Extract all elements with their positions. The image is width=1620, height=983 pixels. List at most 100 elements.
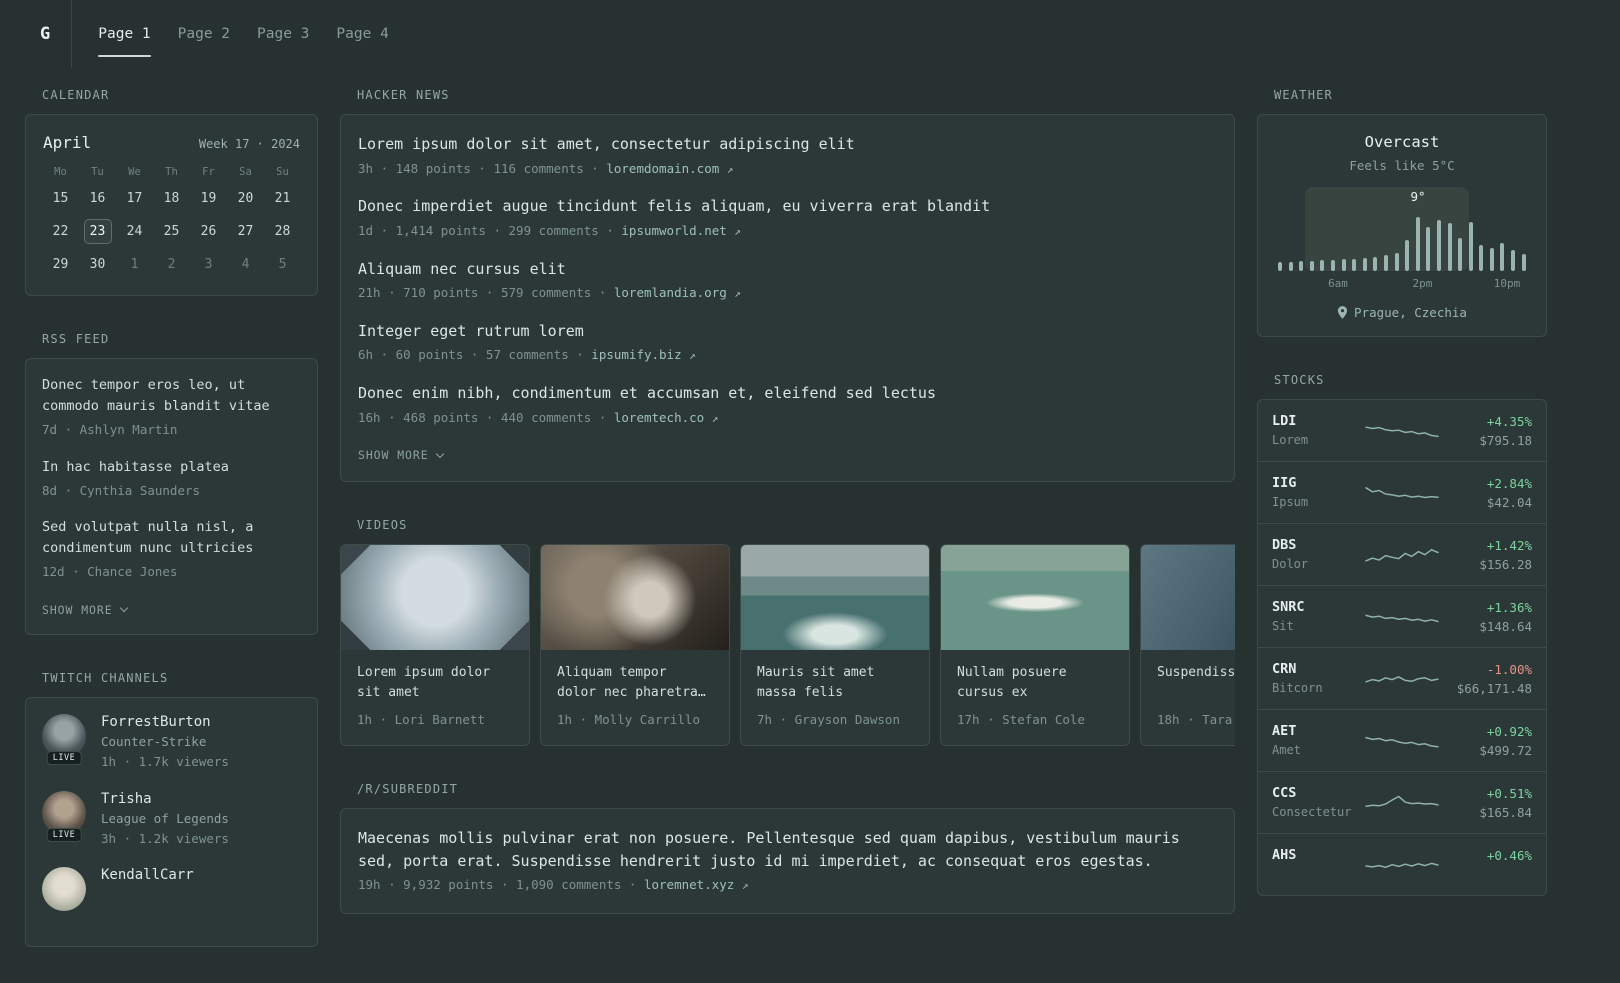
stock-price: $156.28: [1479, 556, 1532, 572]
twitch-channel[interactable]: KendallCarr: [42, 867, 301, 912]
stock-symbol[interactable]: IIG: [1272, 475, 1360, 491]
stock-symbol[interactable]: CCS: [1272, 785, 1360, 801]
rss-item-title[interactable]: In hac habitasse platea: [42, 457, 301, 478]
videos-widget-title: VIDEOS: [357, 518, 408, 533]
stock-row[interactable]: IIG Ipsum +2.84% $42.04: [1258, 461, 1546, 523]
stock-symbol[interactable]: CRN: [1272, 661, 1360, 677]
channel-game[interactable]: Counter-Strike: [101, 734, 229, 749]
channel-name[interactable]: Trisha: [101, 791, 229, 807]
stock-row[interactable]: SNRC Sit +1.36% $148.64: [1258, 585, 1546, 647]
reddit-post-meta: 19h · 9,932 points · 1,090 comments · lo…: [358, 877, 749, 892]
calendar-day[interactable]: 28: [264, 217, 301, 246]
hn-item[interactable]: Lorem ipsum dolor sit amet, consectetur …: [358, 133, 1217, 178]
stock-symbol[interactable]: SNRC: [1272, 599, 1360, 615]
hn-item[interactable]: Aliquam nec cursus elit 21h · 710 points …: [358, 258, 1217, 303]
video-card[interactable]: Mauris sit amet massa felis 7h · Grayson …: [740, 544, 930, 746]
calendar-day[interactable]: 25: [153, 217, 190, 246]
reddit-post-source-link[interactable]: loremnet.xyz ↗: [644, 877, 748, 892]
calendar-day[interactable]: 4: [227, 250, 264, 279]
channel-meta: 3h · 1.2k viewers: [101, 830, 229, 846]
calendar-day[interactable]: 3: [190, 250, 227, 279]
stock-symbol[interactable]: AHS: [1272, 847, 1360, 863]
video-title[interactable]: Nullam posuere cursus ex: [957, 663, 1113, 704]
twitch-channel[interactable]: LIVE ForrestBurton Counter-Strike 1h · 1.7k…: [42, 713, 301, 772]
calendar-day[interactable]: 19: [190, 184, 227, 213]
weather-location[interactable]: Prague, Czechia: [1274, 305, 1530, 320]
stock-row[interactable]: CCS Consectetur +0.51% $165.84: [1258, 771, 1546, 833]
calendar-day[interactable]: 15: [42, 184, 79, 213]
rss-item[interactable]: Donec tempor eros leo, ut commodo mauris…: [42, 375, 301, 440]
weather-bar: [1447, 223, 1452, 271]
calendar-day-number: 16: [89, 191, 106, 206]
calendar-day[interactable]: 16: [79, 184, 116, 213]
video-card[interactable]: Lorem ipsum dolor sit amet consectetu… 1h…: [340, 544, 530, 746]
weather-bar: [1309, 261, 1314, 271]
hn-item-title[interactable]: Donec imperdiet augue tincidunt felis al…: [358, 195, 1217, 218]
hn-item-title[interactable]: Integer eget rutrum lorem: [358, 320, 1217, 343]
calendar-day[interactable]: 27: [227, 217, 264, 246]
reddit-post[interactable]: Maecenas mollis pulvinar erat non posuer…: [358, 827, 1217, 895]
hn-item[interactable]: Donec enim nibh, condimentum et accumsan…: [358, 382, 1217, 427]
calendar-day-number: 3: [204, 257, 213, 272]
calendar-day[interactable]: 22: [42, 217, 79, 246]
rss-item[interactable]: Sed volutpat nulla nisl, a condimentum n…: [42, 517, 301, 582]
video-card[interactable]: Aliquam tempor dolor nec pharetra… 1h · M…: [540, 544, 730, 746]
reddit-post-title[interactable]: Maecenas mollis pulvinar erat non posuer…: [358, 827, 1217, 872]
calendar-day[interactable]: 30: [79, 250, 116, 279]
video-card[interactable]: Suspendisse diam 18h · Tara: [1140, 544, 1235, 746]
hn-item-source-link[interactable]: loremdomain.com ↗: [606, 161, 733, 176]
channel-name[interactable]: ForrestBurton: [101, 714, 229, 730]
calendar-month[interactable]: April: [43, 133, 91, 152]
hn-item-source-link[interactable]: ipsumworld.net ↗: [621, 223, 741, 238]
calendar-day[interactable]: 17: [116, 184, 153, 213]
hn-item-source-link[interactable]: loremlandia.org ↗: [614, 285, 741, 300]
calendar-day[interactable]: 23: [79, 217, 116, 246]
rss-card: Donec tempor eros leo, ut commodo mauris…: [25, 358, 318, 635]
video-title[interactable]: Suspendisse diam: [1157, 663, 1235, 704]
hn-item-title[interactable]: Donec enim nibh, condimentum et accumsan…: [358, 382, 1217, 405]
stock-symbol[interactable]: AET: [1272, 723, 1360, 739]
calendar-day[interactable]: 21: [264, 184, 301, 213]
live-badge: LIVE: [46, 827, 82, 842]
tab-page-4[interactable]: Page 4: [336, 0, 388, 68]
rss-item[interactable]: In hac habitasse platea 8d · Cynthia Saun…: [42, 457, 301, 501]
video-card[interactable]: Nullam posuere cursus ex 17h · Stefan Col…: [940, 544, 1130, 746]
hn-item-title[interactable]: Lorem ipsum dolor sit amet, consectetur …: [358, 133, 1217, 156]
tab-page-1[interactable]: Page 1: [98, 0, 152, 68]
calendar-day-header: Su: [276, 166, 289, 178]
hn-item-title[interactable]: Aliquam nec cursus elit: [358, 258, 1217, 281]
hn-show-more-button[interactable]: SHOW MORE: [358, 448, 444, 462]
calendar-day[interactable]: 26: [190, 217, 227, 246]
stock-row[interactable]: DBS Dolor +1.42% $156.28: [1258, 523, 1546, 585]
video-title[interactable]: Lorem ipsum dolor sit amet consectetu…: [357, 663, 513, 704]
hn-item-source-link[interactable]: loremtech.co ↗: [614, 410, 718, 425]
video-title[interactable]: Mauris sit amet massa felis: [757, 663, 913, 704]
tab-page-3[interactable]: Page 3: [257, 0, 309, 68]
rss-show-more-button[interactable]: SHOW MORE: [42, 603, 128, 617]
hn-item[interactable]: Donec imperdiet augue tincidunt felis al…: [358, 195, 1217, 240]
stock-row[interactable]: CRN Bitcorn -1.00% $66,171.48: [1258, 647, 1546, 709]
hn-item[interactable]: Integer eget rutrum lorem 6h · 60 points …: [358, 320, 1217, 365]
calendar-day[interactable]: 2: [153, 250, 190, 279]
stock-row[interactable]: AET Amet +0.92% $499.72: [1258, 709, 1546, 771]
stock-row[interactable]: AHS +0.46%: [1258, 833, 1546, 895]
video-title[interactable]: Aliquam tempor dolor nec pharetra…: [557, 663, 713, 704]
twitch-channel[interactable]: LIVE Trisha League of Legends 3h · 1.2k vie…: [42, 790, 301, 849]
calendar-day[interactable]: 1: [116, 250, 153, 279]
rss-item-title[interactable]: Donec tempor eros leo, ut commodo mauris…: [42, 375, 301, 417]
channel-game[interactable]: League of Legends: [101, 811, 229, 826]
stock-row[interactable]: LDI Lorem +4.35% $795.18: [1258, 400, 1546, 461]
calendar-day[interactable]: 20: [227, 184, 264, 213]
rss-item-title[interactable]: Sed volutpat nulla nisl, a condimentum n…: [42, 517, 301, 559]
channel-name[interactable]: KendallCarr: [101, 867, 194, 883]
calendar-day[interactable]: 18: [153, 184, 190, 213]
stock-symbol[interactable]: LDI: [1272, 413, 1360, 429]
hn-item-source-link[interactable]: ipsumify.biz ↗: [591, 347, 695, 362]
tab-page-2[interactable]: Page 2: [178, 0, 230, 68]
app-logo[interactable]: G: [40, 0, 73, 68]
calendar-day[interactable]: 5: [264, 250, 301, 279]
stock-symbol[interactable]: DBS: [1272, 537, 1360, 553]
calendar-day[interactable]: 29: [42, 250, 79, 279]
calendar-day[interactable]: 24: [116, 217, 153, 246]
calendar-day-header: Th: [165, 166, 178, 178]
